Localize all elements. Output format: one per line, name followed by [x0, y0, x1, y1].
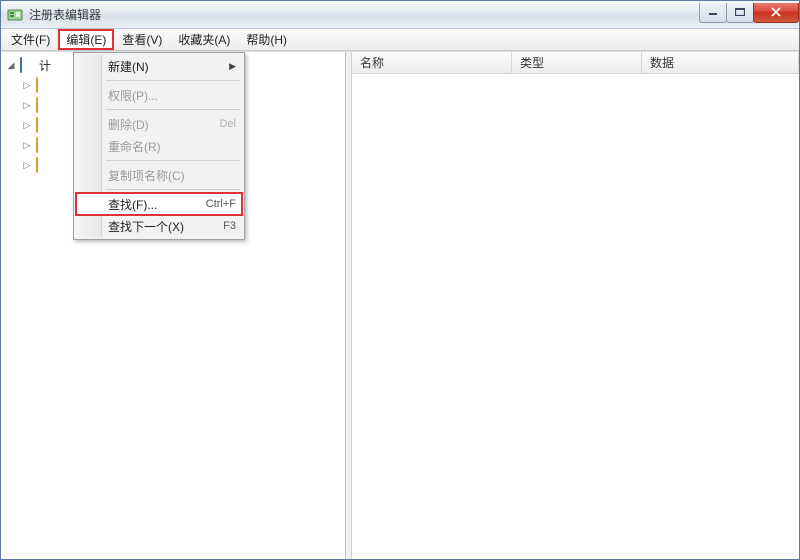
menu-separator	[106, 109, 240, 110]
menu-item-permissions[interactable]: 权限(P)...	[76, 84, 242, 106]
menu-item-copy-key-name[interactable]: 复制项名称(C)	[76, 164, 242, 186]
menu-item-new[interactable]: 新建(N) ▶	[76, 55, 242, 77]
computer-icon	[20, 58, 36, 72]
list-header: 名称 类型 数据	[352, 52, 799, 74]
expand-icon[interactable]: ▷	[21, 120, 33, 131]
menu-separator	[106, 160, 240, 161]
menu-item-label: 新建(N)	[108, 58, 149, 75]
menu-item-label: 查找下一个(X)	[108, 218, 184, 235]
menu-file[interactable]: 文件(F)	[3, 29, 58, 50]
column-header-type[interactable]: 类型	[512, 52, 642, 73]
folder-icon	[36, 78, 52, 92]
menu-favorites[interactable]: 收藏夹(A)	[170, 29, 238, 50]
menu-item-label: 权限(P)...	[108, 87, 158, 104]
registry-editor-window: 注册表编辑器 文件(F) 编辑(E) 查看(V) 收藏夹(A) 帮助(H) ◢	[0, 0, 800, 560]
list-body[interactable]	[352, 74, 799, 559]
menu-shortcut: Ctrl+F	[206, 198, 236, 210]
menu-item-label: 重命名(R)	[108, 138, 161, 155]
menu-item-label: 删除(D)	[108, 116, 149, 133]
menu-shortcut: F3	[223, 220, 236, 232]
list-pane[interactable]: 名称 类型 数据	[352, 52, 799, 559]
menu-separator	[106, 80, 240, 81]
window-title: 注册表编辑器	[29, 6, 700, 23]
menu-item-find-next[interactable]: 查找下一个(X) F3	[76, 215, 242, 237]
menu-item-rename[interactable]: 重命名(R)	[76, 135, 242, 157]
app-icon	[7, 7, 23, 23]
expand-icon[interactable]: ▷	[21, 160, 33, 171]
maximize-button[interactable]	[726, 3, 754, 23]
minimize-button[interactable]	[699, 3, 727, 23]
folder-icon	[36, 118, 52, 132]
collapse-icon[interactable]: ◢	[5, 60, 17, 71]
menubar: 文件(F) 编辑(E) 查看(V) 收藏夹(A) 帮助(H)	[1, 29, 799, 51]
folder-icon	[36, 138, 52, 152]
close-button[interactable]	[753, 3, 799, 23]
menu-help[interactable]: 帮助(H)	[238, 29, 295, 50]
window-controls	[700, 3, 799, 23]
menu-separator	[106, 189, 240, 190]
titlebar[interactable]: 注册表编辑器	[1, 1, 799, 29]
expand-icon[interactable]: ▷	[21, 140, 33, 151]
menu-item-find[interactable]: 查找(F)... Ctrl+F	[76, 193, 242, 215]
client-area: ◢ 计 ▷ ▷ ▷	[1, 51, 799, 559]
menu-shortcut: Del	[219, 118, 236, 130]
submenu-arrow-icon: ▶	[229, 61, 236, 72]
menu-edit[interactable]: 编辑(E)	[58, 29, 114, 50]
folder-icon	[36, 98, 52, 112]
edit-dropdown-menu: 新建(N) ▶ 权限(P)... 删除(D) Del 重命名(R) 复制项名	[73, 52, 245, 240]
column-header-name[interactable]: 名称	[352, 52, 512, 73]
tree-root-label: 计	[39, 57, 51, 74]
folder-icon	[36, 158, 52, 172]
column-header-data[interactable]: 数据	[642, 52, 799, 73]
menu-item-delete[interactable]: 删除(D) Del	[76, 113, 242, 135]
expand-icon[interactable]: ▷	[21, 100, 33, 111]
menu-item-label: 查找(F)...	[108, 196, 157, 213]
menu-item-label: 复制项名称(C)	[108, 167, 185, 184]
tree-pane[interactable]: ◢ 计 ▷ ▷ ▷	[1, 52, 346, 559]
expand-icon[interactable]: ▷	[21, 80, 33, 91]
menu-view[interactable]: 查看(V)	[114, 29, 170, 50]
